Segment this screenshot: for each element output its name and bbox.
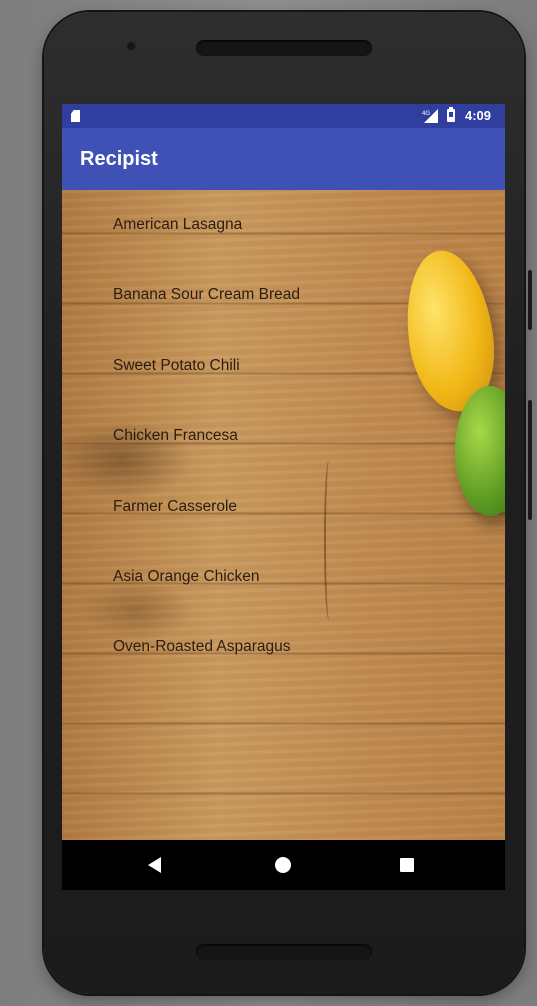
app-title: Recipist xyxy=(80,148,158,170)
power-button xyxy=(528,270,532,330)
recipe-item-asia-orange-chicken[interactable]: Asia Orange Chicken xyxy=(62,542,402,612)
back-icon[interactable] xyxy=(148,857,161,873)
battery-icon xyxy=(447,107,455,122)
svg-text:4G: 4G xyxy=(422,111,430,117)
home-icon[interactable] xyxy=(275,857,291,873)
volume-button xyxy=(528,400,532,520)
recipe-name: American Lasagna xyxy=(113,216,243,233)
bottom-speaker xyxy=(196,944,372,960)
recipe-item-sweet-potato-chili[interactable]: Sweet Potato Chili xyxy=(62,331,402,401)
sd-card-icon xyxy=(71,110,80,122)
app-bar: Recipist xyxy=(62,128,505,190)
recipe-item-oven-roasted-asparagus[interactable]: Oven-Roasted Asparagus xyxy=(62,612,402,682)
recipe-item-farmer-casserole[interactable]: Farmer Casserole xyxy=(62,472,402,542)
earpiece-speaker xyxy=(196,40,372,56)
recipe-name: Asia Orange Chicken xyxy=(113,568,260,585)
recipe-item-banana-sour-cream-bread[interactable]: Banana Sour Cream Bread xyxy=(62,260,402,330)
recipe-name: Sweet Potato Chili xyxy=(113,357,240,374)
recipe-name: Chicken Francesa xyxy=(113,427,238,444)
recipe-list: American Lasagna Banana Sour Cream Bread… xyxy=(62,190,505,790)
recipe-item-chicken-francesa[interactable]: Chicken Francesa xyxy=(62,401,402,471)
status-bar: 4G 4:09 xyxy=(62,104,505,128)
recipe-list-background: American Lasagna Banana Sour Cream Bread… xyxy=(62,190,505,840)
front-camera xyxy=(126,41,136,51)
status-time: 4:09 xyxy=(465,108,492,123)
recipe-name: Banana Sour Cream Bread xyxy=(113,286,300,303)
navigation-bar xyxy=(62,840,505,890)
recipe-name: Farmer Casserole xyxy=(113,498,238,515)
recipe-name: Oven-Roasted Asparagus xyxy=(113,638,291,655)
recipe-item-american-lasagna[interactable]: American Lasagna xyxy=(62,190,402,260)
phone-screen: 4G 4:09 Recipist American Lasagna Banana… xyxy=(62,104,505,890)
signal-icon: 4G xyxy=(422,109,438,123)
recents-icon[interactable] xyxy=(400,858,414,872)
